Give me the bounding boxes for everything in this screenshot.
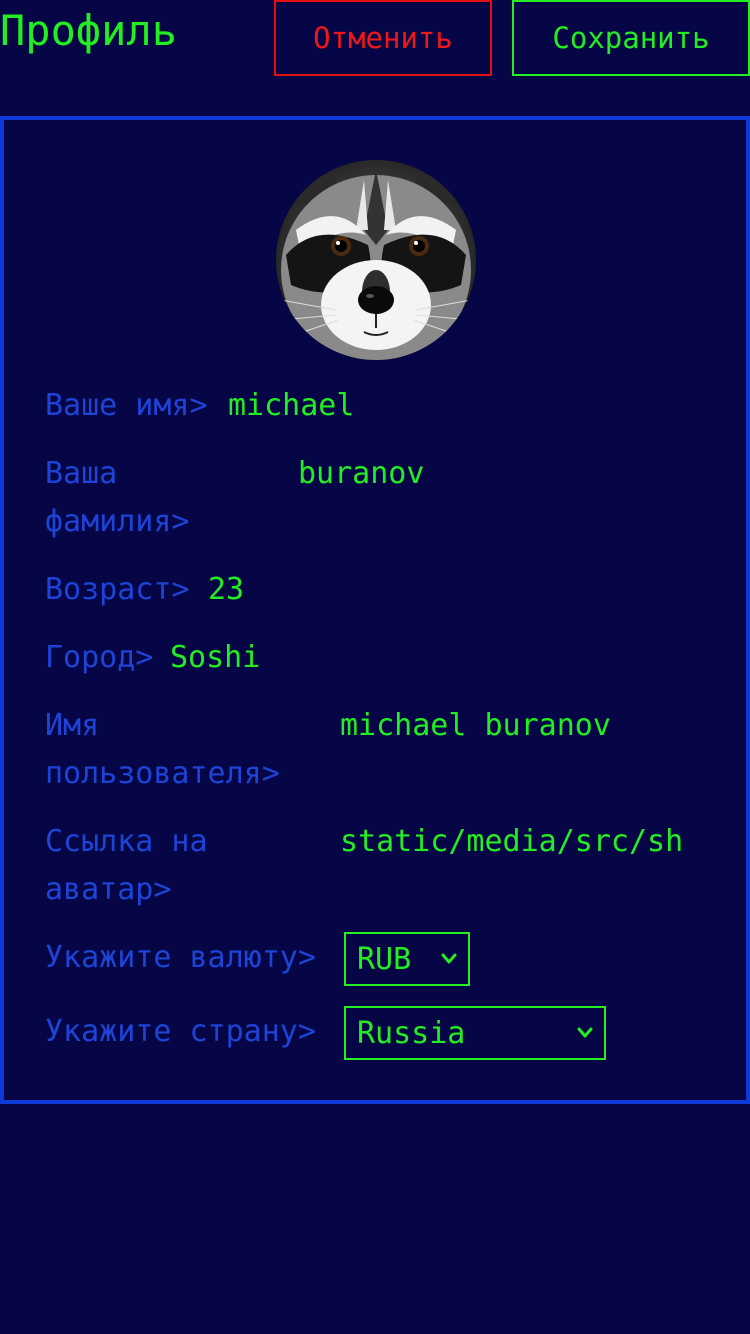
page-title: Профиль (0, 6, 178, 55)
currency-select[interactable]: RUB (344, 932, 470, 986)
first-name-value[interactable]: michael (228, 382, 354, 430)
first-name-label: Ваше имя> (45, 388, 208, 423)
country-selected: Russia (357, 1015, 466, 1051)
last-name-value[interactable]: buranov (298, 450, 424, 498)
country-select[interactable]: Russia (344, 1006, 606, 1060)
last-name-label: Ваша фамилия> (45, 456, 190, 539)
currency-selected: RUB (357, 941, 412, 977)
username-label: Имя пользователя> (45, 708, 280, 791)
avatar-link-label: Ссылка на аватар> (45, 824, 208, 907)
age-value[interactable]: 23 (208, 566, 244, 614)
age-label: Возраст> (45, 572, 190, 607)
cancel-button[interactable]: Отменить (274, 0, 492, 76)
city-value[interactable]: Soshi (170, 634, 260, 682)
city-label: Город> (45, 640, 154, 675)
save-button[interactable]: Сохранить (512, 0, 750, 76)
chevron-down-icon (577, 1027, 593, 1038)
currency-label: Укажите валюту> (45, 940, 316, 975)
country-label: Укажите страну> (45, 1014, 316, 1049)
avatar (276, 160, 476, 360)
username-value[interactable]: michael buranov (340, 702, 611, 750)
profile-card: Ваше имя> michael Ваша фамилия> buranov … (0, 116, 750, 1104)
raccoon-avatar-icon (276, 160, 476, 360)
chevron-down-icon (441, 953, 457, 964)
avatar-link-value[interactable]: static/media/src/sh (340, 818, 712, 866)
